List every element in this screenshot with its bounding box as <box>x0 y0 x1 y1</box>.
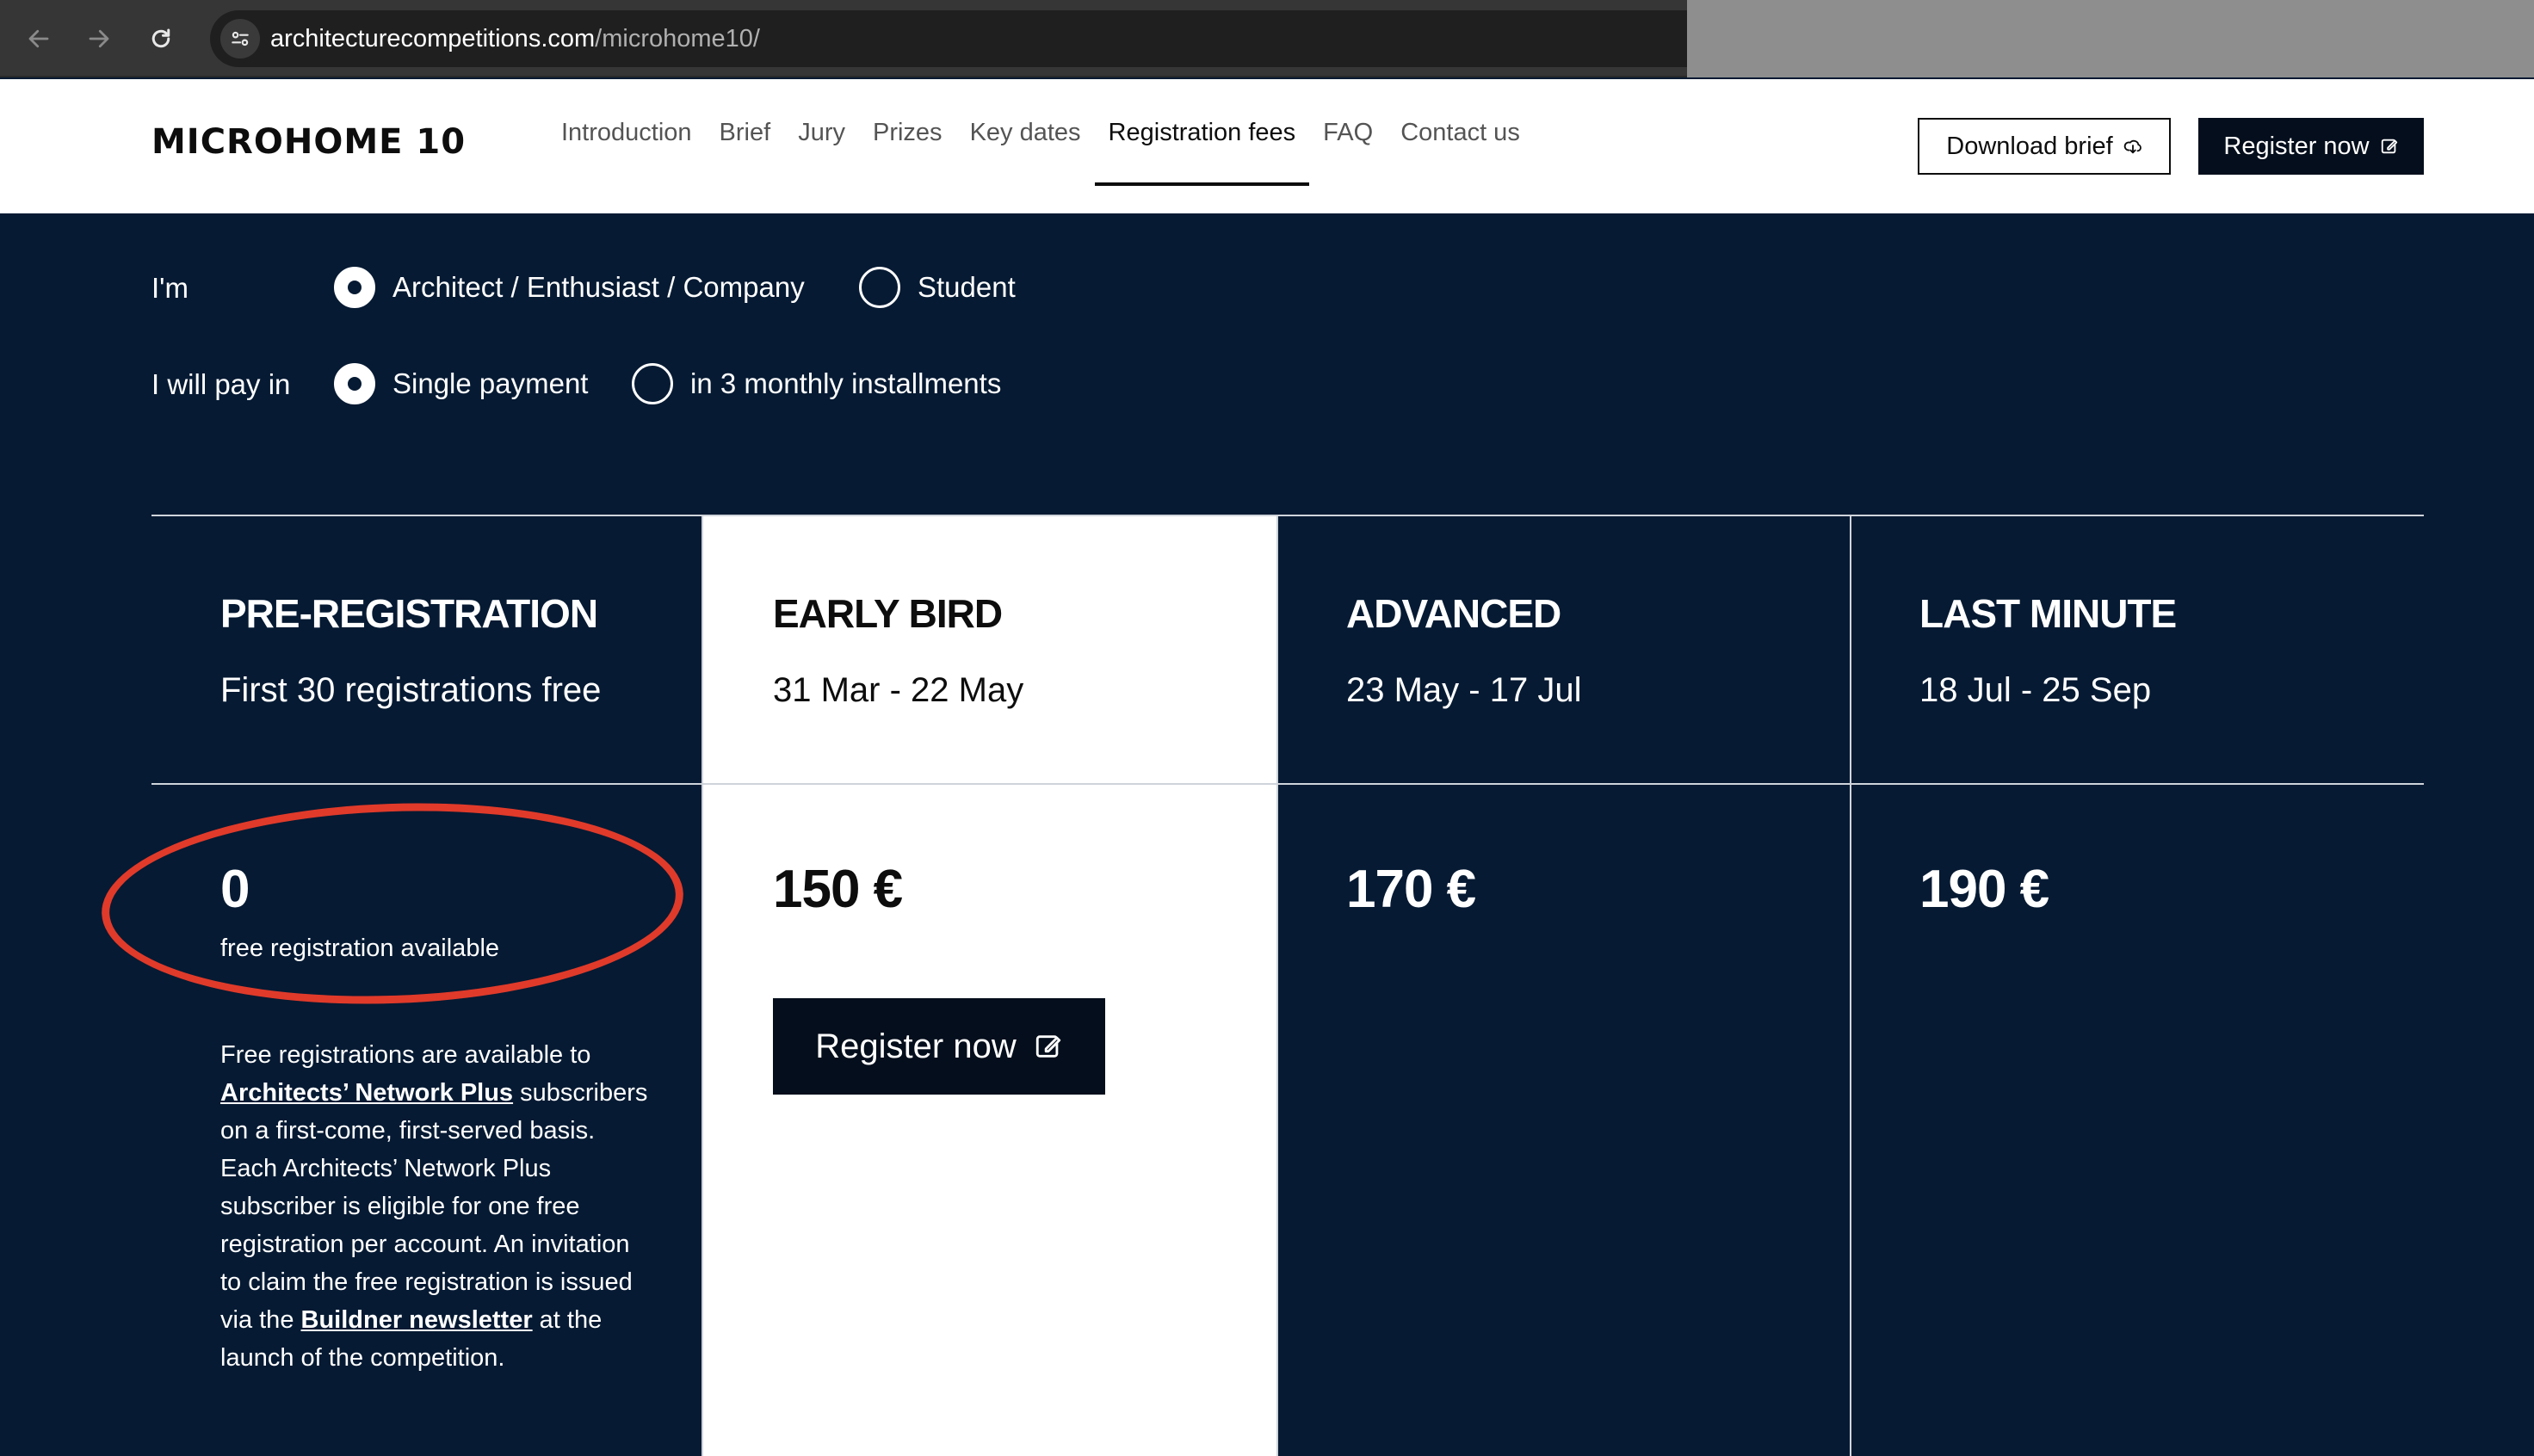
radio-architect-label: Architect / Enthusiast / Company <box>392 271 805 303</box>
edit-icon <box>1035 1035 1060 1058</box>
radio-installments[interactable]: in 3 monthly installments <box>632 363 1001 404</box>
radio-selected-icon <box>334 267 375 308</box>
price-advanced: 170 € <box>1346 860 1476 919</box>
early-bird-register-label: Register now <box>815 1027 1017 1065</box>
red-circle-annotation <box>98 793 687 1014</box>
radio-single-payment[interactable]: Single payment <box>334 363 588 404</box>
column-divider <box>701 516 703 1456</box>
radio-unselected-icon <box>859 267 900 308</box>
role-label: I'm <box>151 272 189 304</box>
address-bar[interactable]: architecturecompetitions.com/microhome10… <box>210 10 1687 67</box>
tier-subtitle-pre-registration: First 30 registrations free <box>220 671 602 709</box>
column-divider <box>1850 516 1851 1456</box>
price-last-minute: 190 € <box>1919 860 2049 919</box>
radio-student[interactable]: Student <box>859 267 1016 308</box>
table-middle-divider <box>151 783 2424 785</box>
tier-title-early-bird: EARLY BIRD <box>773 591 1003 636</box>
toolbar-blank-area <box>1687 0 2534 77</box>
nav-contact-us[interactable]: Contact us <box>1387 79 1534 186</box>
tier-subtitle-early-bird: 31 Mar - 22 May <box>773 671 1024 709</box>
radio-student-label: Student <box>918 271 1016 303</box>
early-bird-column <box>702 516 1277 1456</box>
radio-installments-label: in 3 monthly installments <box>690 367 1002 399</box>
buildner-newsletter-link[interactable]: Buildner newsletter <box>301 1306 533 1334</box>
radio-single-payment-label: Single payment <box>392 367 589 399</box>
edit-icon <box>2381 139 2397 154</box>
radio-unselected-icon <box>632 363 673 404</box>
radio-architect[interactable]: Architect / Enthusiast / Company <box>334 267 805 308</box>
url-domain: architecturecompetitions.com <box>270 25 596 52</box>
architects-network-plus-link[interactable]: Architects’ Network Plus <box>220 1079 513 1107</box>
back-icon[interactable] <box>19 19 59 59</box>
nav-introduction[interactable]: Introduction <box>547 79 706 186</box>
header-register-label: Register now <box>2223 132 2370 160</box>
early-bird-register-button[interactable]: Register now <box>773 998 1105 1095</box>
main-nav: Introduction Brief Jury Prizes Key dates… <box>547 79 1534 213</box>
forward-icon[interactable] <box>79 19 119 59</box>
column-divider <box>1276 516 1278 1456</box>
price-early-bird: 150 € <box>773 860 903 919</box>
tier-title-last-minute: LAST MINUTE <box>1919 591 2177 636</box>
header-register-button[interactable]: Register now <box>2198 118 2424 175</box>
nav-key-dates[interactable]: Key dates <box>956 79 1095 186</box>
site-settings-icon[interactable] <box>220 19 260 59</box>
nav-prizes[interactable]: Prizes <box>859 79 956 186</box>
cloud-download-icon <box>2123 139 2142 154</box>
url-text: architecturecompetitions.com/microhome10… <box>270 23 760 54</box>
reload-icon[interactable] <box>141 19 181 59</box>
tier-title-pre-registration: PRE-REGISTRATION <box>220 591 598 636</box>
download-brief-label: Download brief <box>1946 132 2113 160</box>
nav-registration-fees[interactable]: Registration fees <box>1094 79 1310 186</box>
nav-brief[interactable]: Brief <box>706 79 785 186</box>
nav-faq[interactable]: FAQ <box>1309 79 1387 186</box>
payment-label: I will pay in <box>151 368 291 400</box>
url-path: /microhome10/ <box>595 25 760 52</box>
tier-subtitle-advanced: 23 May - 17 Jul <box>1346 671 1582 709</box>
tier-subtitle-last-minute: 18 Jul - 25 Sep <box>1919 671 2152 709</box>
site-logo[interactable]: MICROHOME 10 <box>151 122 466 162</box>
tier-title-advanced: ADVANCED <box>1346 591 1561 636</box>
table-top-divider <box>151 515 2424 516</box>
site-header: MICROHOME 10 Introduction Brief Jury Pri… <box>0 79 2534 213</box>
nav-jury[interactable]: Jury <box>784 79 859 186</box>
free-registration-description: Free registrations are available to Arch… <box>220 1041 648 1372</box>
radio-selected-icon <box>334 363 375 404</box>
download-brief-button[interactable]: Download brief <box>1918 118 2171 175</box>
